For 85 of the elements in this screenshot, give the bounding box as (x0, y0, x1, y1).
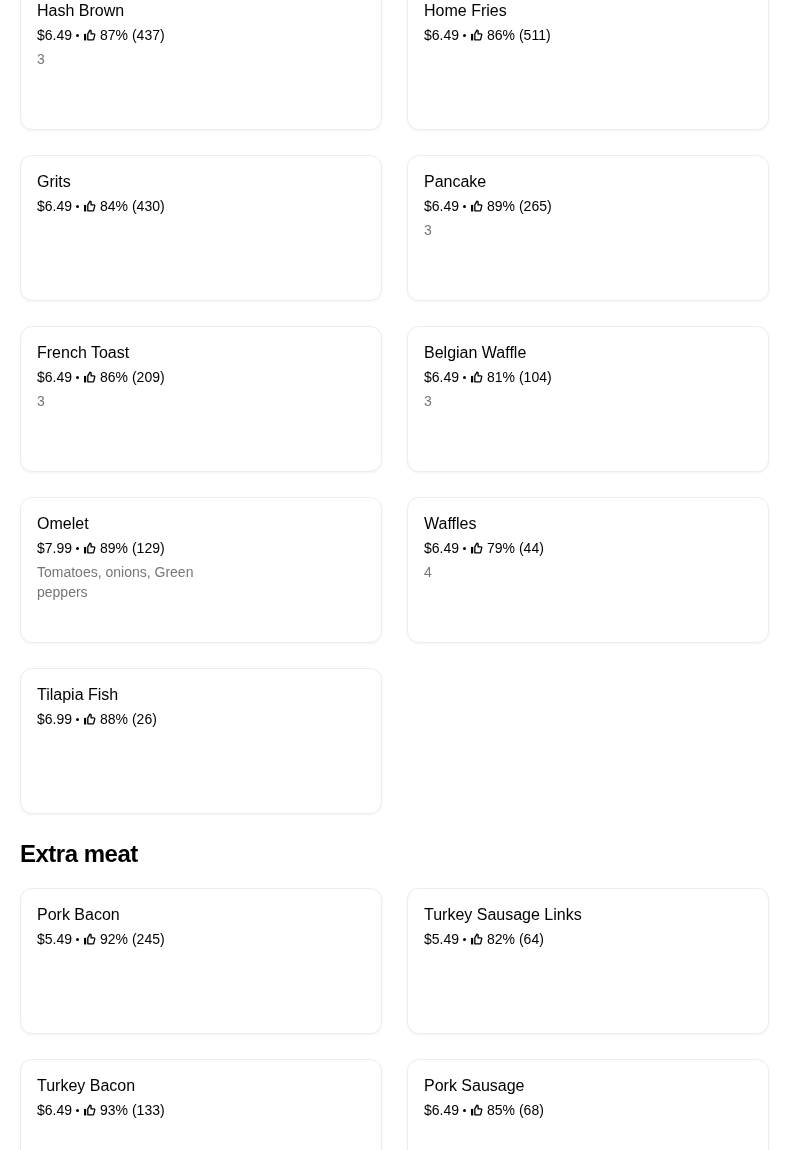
item-name: Pork Sausage (424, 1076, 526, 1096)
separator-dot-icon (76, 204, 80, 208)
item-description: 3 (37, 392, 46, 411)
menu-item-card[interactable]: Tilapia Fish $6.99 88% (26) (20, 668, 382, 814)
section-heading: Extra meat (20, 839, 139, 869)
item-name: Turkey Bacon (37, 1076, 137, 1096)
item-name: Turkey Sausage Links (424, 905, 583, 925)
item-rating: 84% (430) (100, 197, 165, 216)
item-name: Pancake (424, 172, 488, 192)
menu-item-card[interactable]: Grits $6.49 84% (430) (20, 155, 382, 301)
separator-dot-icon (463, 204, 467, 208)
thumbs-up-icon (84, 200, 97, 212)
thumbs-up-icon (84, 29, 97, 41)
menu-item-card[interactable]: Pork Sausage $6.49 85% (68) (407, 1059, 769, 1150)
thumbs-up-icon (471, 29, 484, 41)
item-rating: 87% (437) (100, 26, 165, 45)
separator-dot-icon (76, 33, 80, 37)
item-rating: 79% (44) (487, 539, 544, 558)
item-rating: 89% (129) (100, 539, 165, 558)
item-name: Hash Brown (37, 1, 126, 21)
thumbs-up-icon (84, 713, 97, 725)
item-price: $6.49 (37, 197, 73, 216)
item-price: $6.49 (37, 368, 73, 387)
item-rating: 93% (133) (100, 1101, 165, 1120)
menu-item-card[interactable]: Turkey Sausage Links $5.49 82% (64) (407, 888, 769, 1034)
item-price: $6.49 (424, 197, 460, 216)
item-price: $6.49 (424, 1101, 460, 1120)
separator-dot-icon (463, 375, 467, 379)
item-price: $5.49 (424, 930, 460, 949)
thumbs-up-icon (471, 1104, 484, 1116)
item-rating: 89% (265) (487, 197, 552, 216)
thumbs-up-icon (471, 371, 484, 383)
menu-item-card[interactable]: Home Fries $6.49 86% (511) (407, 0, 769, 130)
item-price: $6.49 (37, 26, 73, 45)
item-rating: 92% (245) (100, 930, 165, 949)
item-rating: 82% (64) (487, 930, 544, 949)
item-price: $6.49 (37, 1101, 73, 1120)
menu-item-card[interactable]: Pork Bacon $5.49 92% (245) (20, 888, 382, 1034)
separator-dot-icon (76, 937, 80, 941)
item-name: Pork Bacon (37, 905, 121, 925)
item-name: Grits (37, 172, 72, 192)
separator-dot-icon (76, 546, 80, 550)
separator-dot-icon (76, 717, 80, 721)
item-price: $6.49 (424, 539, 460, 558)
item-rating: 86% (209) (100, 368, 165, 387)
item-description: 3 (424, 392, 433, 411)
item-rating: 85% (68) (487, 1101, 544, 1120)
item-name: Omelet (37, 514, 90, 534)
thumbs-up-icon (84, 1104, 97, 1116)
thumbs-up-icon (84, 371, 97, 383)
item-description: Tomatoes, onions, Green peppers (37, 563, 195, 602)
item-price: $7.99 (37, 539, 73, 558)
menu-item-card[interactable]: French Toast $6.49 86% (209) 3 (20, 326, 382, 472)
separator-dot-icon (76, 1108, 80, 1112)
item-price: $6.49 (424, 368, 460, 387)
thumbs-up-icon (84, 542, 97, 554)
item-rating: 88% (26) (100, 710, 157, 729)
menu-item-card[interactable]: Turkey Bacon $6.49 93% (133) (20, 1059, 382, 1150)
separator-dot-icon (76, 375, 80, 379)
item-rating: 86% (511) (487, 26, 551, 45)
item-price: $5.49 (37, 930, 73, 949)
separator-dot-icon (463, 33, 467, 37)
item-name: Waffles (424, 514, 478, 534)
item-description: 3 (37, 50, 46, 69)
item-description: 3 (424, 221, 433, 240)
menu-item-card[interactable]: Pancake $6.49 89% (265) 3 (407, 155, 769, 301)
item-price: $6.99 (37, 710, 73, 729)
item-rating: 81% (104) (487, 368, 552, 387)
thumbs-up-icon (471, 542, 484, 554)
separator-dot-icon (463, 1108, 467, 1112)
item-name: French Toast (37, 343, 131, 363)
menu-item-card[interactable]: Omelet $7.99 89% (129) Tomatoes, onions, Green peppers (20, 497, 382, 643)
item-price: $6.49 (424, 26, 460, 45)
separator-dot-icon (463, 546, 467, 550)
menu-item-card[interactable]: Belgian Waffle $6.49 81% (104) 3 (407, 326, 769, 472)
item-description: 4 (424, 563, 433, 582)
menu-item-card[interactable]: Hash Brown $6.49 87% (437) 3 (20, 0, 382, 130)
separator-dot-icon (463, 937, 467, 941)
thumbs-up-icon (471, 933, 484, 945)
item-name: Tilapia Fish (37, 685, 120, 705)
menu-item-card[interactable]: Waffles $6.49 79% (44) 4 (407, 497, 769, 643)
item-name: Home Fries (424, 1, 508, 21)
thumbs-up-icon (471, 200, 484, 212)
thumbs-up-icon (84, 933, 97, 945)
item-name: Belgian Waffle (424, 343, 528, 363)
